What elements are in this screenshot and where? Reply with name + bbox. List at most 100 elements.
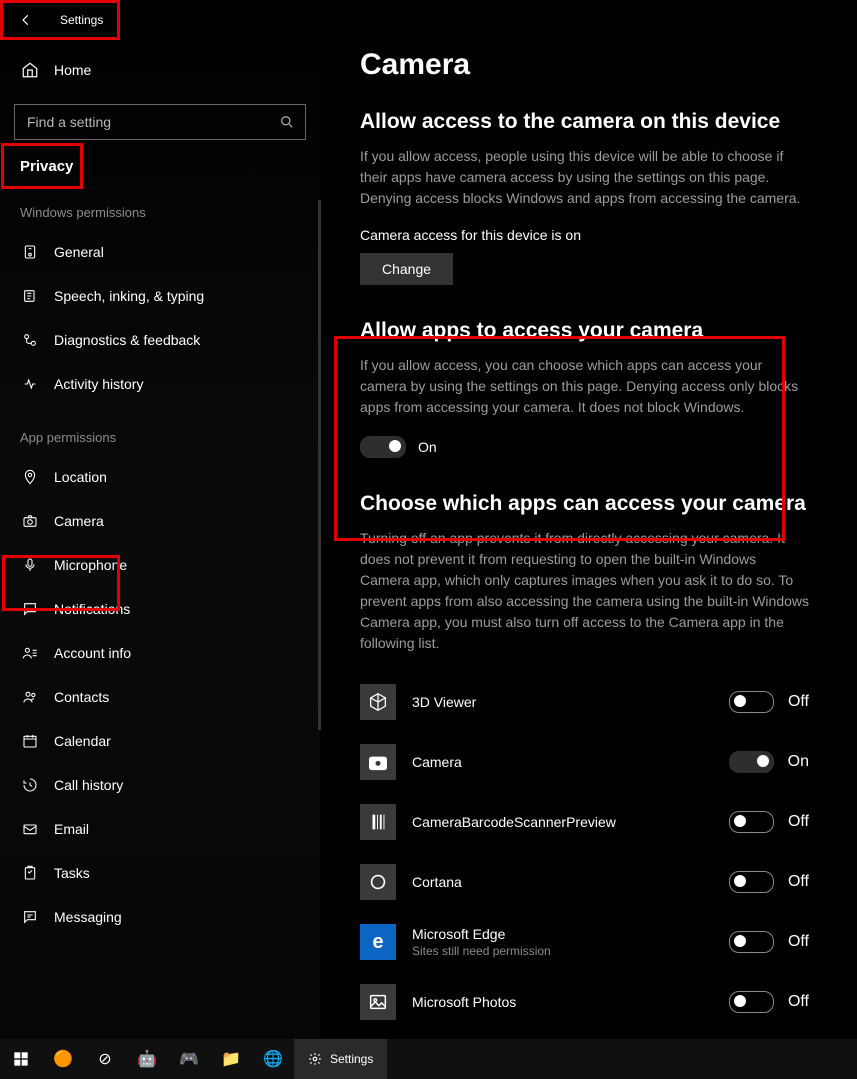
app-toggle[interactable] [729, 691, 774, 713]
app-icon [360, 804, 396, 840]
sidebar-item-label: Microphone [54, 557, 127, 573]
sidebar-item-label: Activity history [54, 376, 143, 392]
taskbar-app-icon[interactable]: 📁 [210, 1039, 252, 1079]
sidebar-item-general[interactable]: General [0, 230, 320, 274]
camera-icon [20, 511, 40, 531]
sidebar-item-diagnostics-feedback[interactable]: Diagnostics & feedback [0, 318, 320, 362]
taskbar-app-icon[interactable]: 🎮 [168, 1039, 210, 1079]
contacts-icon [20, 687, 40, 707]
activity-icon [20, 374, 40, 394]
app-icon [360, 984, 396, 1020]
taskbar-active-app[interactable]: Settings [294, 1039, 387, 1079]
change-button[interactable]: Change [360, 253, 453, 285]
microphone-icon [20, 555, 40, 575]
app-subtext: Sites still need permission [412, 944, 729, 958]
start-button[interactable] [0, 1039, 42, 1079]
general-icon [20, 242, 40, 262]
search-input[interactable] [25, 113, 279, 131]
page-title: Camera [360, 48, 809, 82]
sidebar-item-call-history[interactable]: Call history [0, 763, 320, 807]
toggle-label: Off [788, 993, 809, 1011]
section-choose-apps: Choose which apps can access your camera… [360, 492, 809, 1032]
content-pane: Camera Allow access to the camera on thi… [320, 0, 857, 1039]
taskbar-app-icon[interactable]: 🟠 [42, 1039, 84, 1079]
category-label: Privacy [0, 140, 320, 181]
home-icon [20, 60, 40, 80]
app-toggle[interactable] [729, 751, 774, 773]
email-icon [20, 819, 40, 839]
app-toggle[interactable] [729, 811, 774, 833]
sidebar-item-camera[interactable]: Camera [0, 499, 320, 543]
app-toggle[interactable] [729, 931, 774, 953]
app-icon [360, 684, 396, 720]
sidebar-item-speech-inking-typing[interactable]: Speech, inking, & typing [0, 274, 320, 318]
sidebar-item-contacts[interactable]: Contacts [0, 675, 320, 719]
taskbar-app-icon[interactable]: 🤖 [126, 1039, 168, 1079]
sidebar-item-label: Diagnostics & feedback [54, 332, 200, 348]
sidebar-item-activity-history[interactable]: Activity history [0, 362, 320, 406]
app-name: Microsoft Photos [412, 994, 729, 1010]
section-app-access: Allow apps to access your camera If you … [360, 319, 809, 458]
sidebar: Settings Home Privacy Windows permission… [0, 0, 320, 1039]
toggle-label: On [788, 753, 809, 771]
sidebar-item-tasks[interactable]: Tasks [0, 851, 320, 895]
calendar-icon [20, 731, 40, 751]
sidebar-item-label: Speech, inking, & typing [54, 288, 204, 304]
home-label: Home [54, 62, 91, 78]
sidebar-item-label: Notifications [54, 601, 130, 617]
scrollbar[interactable] [318, 200, 321, 730]
sidebar-item-label: Email [54, 821, 89, 837]
sidebar-item-label: Contacts [54, 689, 109, 705]
sidebar-item-notifications[interactable]: Notifications [0, 587, 320, 631]
section-device-access: Allow access to the camera on this devic… [360, 110, 809, 285]
taskbar-app-icon[interactable]: ⊘ [84, 1039, 126, 1079]
sidebar-item-label: Account info [54, 645, 131, 661]
app-row: 3D Viewer Off [360, 672, 809, 732]
messaging-icon [20, 907, 40, 927]
app-icon [360, 744, 396, 780]
status-text: Camera access for this device is on [360, 227, 809, 243]
app-row: CameraOn [360, 732, 809, 792]
taskbar-app-icon[interactable]: 🌐 [252, 1039, 294, 1079]
section-desc: Turning off an app prevents it from dire… [360, 528, 809, 654]
sidebar-item-label: General [54, 244, 104, 260]
sidebar-item-email[interactable]: Email [0, 807, 320, 851]
app-name: 3D Viewer [412, 694, 729, 710]
app-row: eMicrosoft EdgeSites still need permissi… [360, 912, 809, 972]
window-title: Settings [60, 13, 103, 27]
sidebar-item-label: Tasks [54, 865, 90, 881]
toggle-label: Off [788, 813, 809, 831]
sidebar-item-label: Call history [54, 777, 123, 793]
app-toggle[interactable] [729, 871, 774, 893]
app-icon [360, 864, 396, 900]
search-box[interactable] [14, 104, 306, 140]
sidebar-item-location[interactable]: Location [0, 455, 320, 499]
app-icon: e [360, 924, 396, 960]
app-name: CameraBarcodeScannerPreview [412, 814, 729, 830]
sidebar-item-label: Calendar [54, 733, 111, 749]
toggle-label: Off [788, 693, 809, 711]
home-nav[interactable]: Home [0, 48, 320, 92]
sidebar-item-label: Camera [54, 513, 104, 529]
section-heading: Allow access to the camera on this devic… [360, 110, 809, 134]
app-row: Microsoft Photos Off [360, 972, 809, 1032]
taskbar: 🟠 ⊘ 🤖 🎮 📁 🌐 Settings [0, 1039, 857, 1079]
back-icon[interactable] [18, 12, 34, 28]
sidebar-item-label: Messaging [54, 909, 122, 925]
allow-apps-toggle[interactable] [360, 436, 406, 458]
sidebar-item-calendar[interactable]: Calendar [0, 719, 320, 763]
sidebar-item-account-info[interactable]: Account info [0, 631, 320, 675]
notifications-icon [20, 599, 40, 619]
app-row: CameraBarcodeScannerPreview Off [360, 792, 809, 852]
app-toggle[interactable] [729, 991, 774, 1013]
toggle-label: Off [788, 873, 809, 891]
sidebar-item-microphone[interactable]: Microphone [0, 543, 320, 587]
sidebar-item-label: Location [54, 469, 107, 485]
app-name: Cortana [412, 874, 729, 890]
location-icon [20, 467, 40, 487]
section-heading: Allow apps to access your camera [360, 319, 809, 343]
taskbar-app-label: Settings [330, 1052, 373, 1066]
section-desc: If you allow access, you can choose whic… [360, 355, 809, 418]
section-header: App permissions [0, 406, 320, 455]
sidebar-item-messaging[interactable]: Messaging [0, 895, 320, 939]
